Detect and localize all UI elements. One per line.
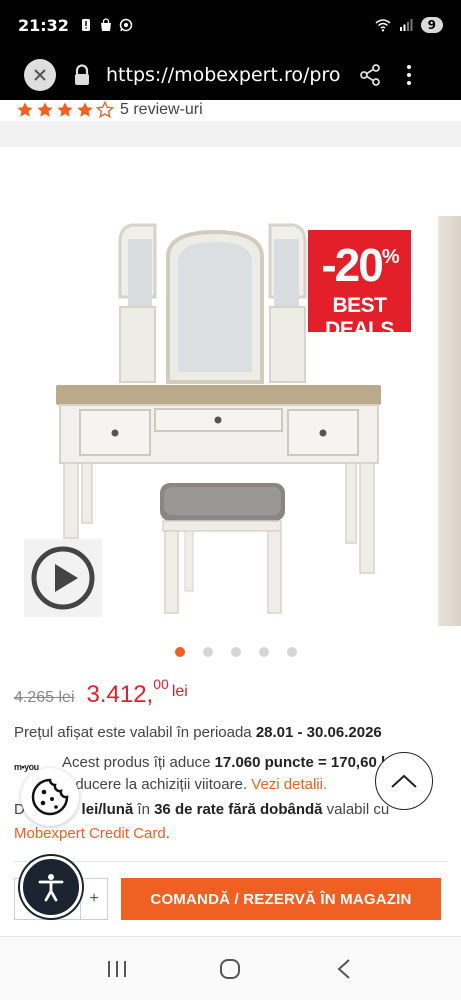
- star-filled-icon: [77, 102, 93, 117]
- price-validity: Prețul afișat este valabil în perioada 2…: [14, 724, 382, 741]
- gallery-dot[interactable]: [202, 647, 213, 657]
- signal-icon: [399, 19, 413, 31]
- site-info-button[interactable]: [72, 63, 92, 87]
- reviews-link[interactable]: 5 review-uri: [120, 101, 203, 119]
- accessibility-icon: [38, 874, 64, 902]
- play-icon: [31, 546, 95, 610]
- cookie-settings-button[interactable]: [21, 768, 79, 826]
- old-price: 4.265 lei: [14, 689, 75, 706]
- gallery-dot[interactable]: [286, 647, 297, 657]
- section-divider: [0, 121, 461, 147]
- rating-row[interactable]: 5 review-uri: [16, 100, 203, 120]
- back-button[interactable]: [332, 957, 356, 981]
- status-bar: 21:32 9: [0, 0, 461, 50]
- quantity-plus-button[interactable]: +: [80, 879, 107, 919]
- next-product-image[interactable]: [438, 216, 461, 626]
- scroll-to-top-button[interactable]: [375, 752, 433, 810]
- share-button[interactable]: [358, 63, 382, 87]
- product-gallery[interactable]: -20% BEST DEALS: [0, 147, 461, 667]
- home-button[interactable]: [218, 957, 242, 981]
- star-filled-icon: [57, 102, 73, 117]
- gallery-dot[interactable]: [258, 647, 269, 657]
- star-filled-icon: [17, 102, 33, 117]
- status-time: 21:32: [18, 15, 69, 35]
- divider: [14, 861, 447, 862]
- battery-indicator: 9: [420, 17, 443, 33]
- gallery-pagination: [0, 647, 461, 663]
- gallery-dot[interactable]: [230, 647, 241, 657]
- gallery-dot[interactable]: [174, 647, 185, 657]
- url-field[interactable]: https://mobexpert.ro/produse: [106, 64, 340, 86]
- home-icon: [220, 958, 241, 979]
- more-vert-icon[interactable]: [404, 63, 414, 87]
- badge-label: BEST DEALS: [325, 294, 394, 341]
- whatsapp-icon: [119, 18, 133, 32]
- back-icon: [337, 958, 350, 979]
- star-empty-icon: [96, 101, 114, 119]
- bag-icon: [100, 18, 111, 31]
- alert-icon: [81, 19, 90, 31]
- details-link[interactable]: Vezi detalii.: [251, 776, 327, 793]
- browser-url-bar: https://mobexpert.ro/produse: [0, 50, 461, 100]
- notification-icons: [79, 18, 133, 32]
- system-nav-bar: [0, 937, 461, 1000]
- cookie-icon: [31, 778, 69, 816]
- close-tab-button[interactable]: [24, 59, 56, 91]
- accessibility-button[interactable]: [20, 856, 82, 918]
- credit-card-link[interactable]: Mobexpert Credit Card: [14, 825, 166, 842]
- recent-apps-button[interactable]: [105, 957, 129, 981]
- badge-percent: -20%: [321, 239, 399, 291]
- order-reserve-button[interactable]: COMANDĂ / REZERVĂ ÎN MAGAZIN: [121, 878, 441, 920]
- star-filled-icon: [37, 102, 53, 117]
- installments-info: De la 117 lei/lună în 36 de rate fără do…: [14, 801, 390, 842]
- lock-icon: [75, 64, 89, 85]
- wifi-icon: [375, 19, 391, 32]
- close-icon: [34, 69, 46, 81]
- share-icon: [360, 64, 380, 86]
- recent-apps-icon: [107, 960, 126, 977]
- discount-badge: -20% BEST DEALS: [308, 230, 411, 341]
- price-row: 4.265 lei 3.412,00 lei: [14, 676, 188, 709]
- chevron-up-icon: [391, 774, 417, 788]
- status-right: 9: [375, 17, 443, 33]
- play-video-button[interactable]: [24, 539, 102, 617]
- new-price: 3.412,00 lei: [86, 676, 188, 708]
